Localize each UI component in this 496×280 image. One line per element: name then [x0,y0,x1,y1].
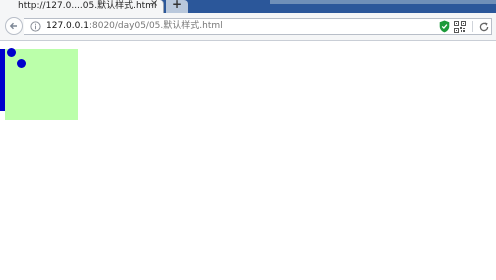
new-tab-button[interactable]: + [166,0,188,13]
tab-strip: http://127.0....05.默认样式.html × + [0,0,496,13]
url-host: 127.0.0.1 [46,21,89,31]
url-text[interactable]: 127.0.0.1:8020/day05/05.默认样式.html [46,20,223,33]
reload-icon[interactable] [478,21,490,33]
address-bar[interactable]: 127.0.0.1:8020/day05/05.默认样式.html [24,18,492,35]
back-arrow-icon [9,22,17,30]
tab-close-icon[interactable]: × [150,0,158,10]
tab-strip-accent [270,0,496,4]
active-tab[interactable]: http://127.0....05.默认样式.html × [0,0,164,13]
toolbar-separator [472,21,473,32]
info-icon[interactable] [30,21,41,32]
navigation-bar: 127.0.0.1:8020/day05/05.默认样式.html [0,13,496,41]
blue-bar [0,49,5,111]
page-content [0,41,496,280]
back-button[interactable] [5,17,23,35]
browser-window: http://127.0....05.默认样式.html × + 127.0.0… [0,0,496,280]
green-box [5,49,78,120]
shield-icon[interactable] [439,20,450,33]
blue-dot [7,48,16,57]
tab-title: http://127.0....05.默认样式.html [18,1,157,11]
qr-code-icon[interactable] [454,21,466,33]
blue-dot [17,59,26,68]
url-path: :8020/day05/05.默认样式.html [88,21,223,31]
